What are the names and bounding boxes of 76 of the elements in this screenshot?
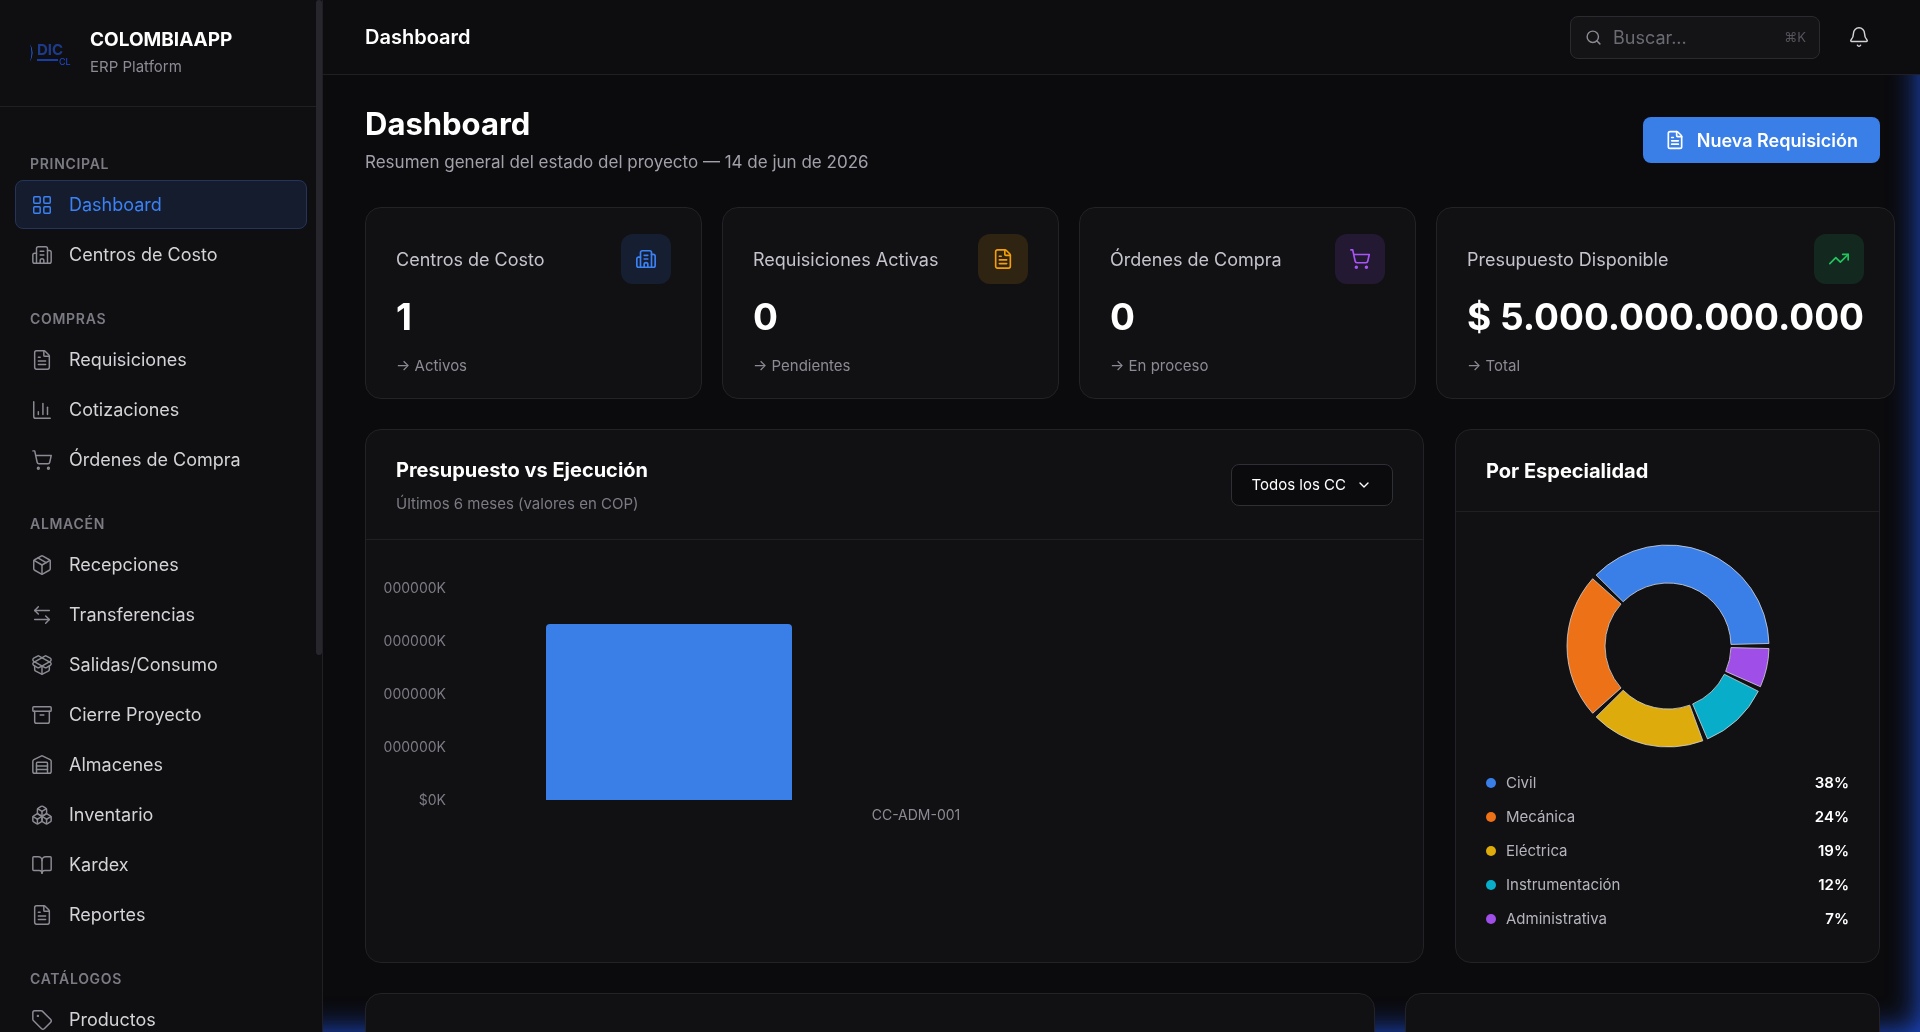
brand-tagline: ERP Platform — [90, 55, 183, 78]
brand-name: COLOMBIAAPP — [90, 27, 233, 52]
stat-value: 0 — [753, 298, 779, 336]
cart-icon — [31, 448, 53, 471]
legend-value: 12% — [1818, 874, 1849, 896]
legend-label: Civil — [1506, 772, 1538, 794]
nav-item[interactable]: Inventario — [15, 790, 307, 839]
stat-label: Presupuesto Disponible — [1467, 247, 1669, 272]
page-subtitle: Resumen general del estado del proyecto — 14 de jun de 2026 — [365, 150, 869, 174]
axis-label: 000000K — [383, 738, 446, 756]
stat-note: → Total — [1467, 355, 1522, 378]
legend-label: Eléctrica — [1506, 840, 1569, 862]
stat-value: 1 — [396, 298, 413, 336]
package-icon — [31, 653, 53, 676]
building-icon — [31, 243, 53, 266]
search-icon — [1585, 28, 1602, 46]
building-icon — [635, 248, 657, 271]
document-icon — [31, 348, 53, 371]
nav-item[interactable]: Cierre Proyecto — [15, 690, 307, 739]
nav-item[interactable]: Salidas/Consumo — [15, 640, 307, 689]
axis-label: CC-ADM-001 — [871, 806, 961, 824]
book-icon — [31, 853, 53, 876]
document-icon — [31, 903, 53, 926]
archive-icon — [31, 703, 53, 726]
nav-item[interactable]: Transferencias — [15, 590, 307, 639]
stat-label: Requisiciones Activas — [753, 247, 939, 272]
legend-label: Administrativa — [1506, 908, 1608, 930]
stat-label: Órdenes de Compra — [1110, 247, 1282, 272]
section-label: ALMACÉN — [29, 514, 106, 534]
new-requisition-button[interactable]: Nueva Requisición — [1642, 117, 1880, 163]
axis-label: $0K — [418, 791, 446, 809]
tag-icon — [31, 1008, 53, 1031]
card-subtitle: Últimos 6 meses (valores en COP) — [396, 492, 640, 515]
nav-item[interactable]: Kardex — [15, 840, 307, 889]
filter-dropdown[interactable]: Todos los CC — [1230, 463, 1393, 506]
card-title: Presupuesto vs Ejecución — [396, 456, 649, 484]
stat-value: 0 — [1110, 298, 1136, 336]
legend-label: Mecánica — [1506, 806, 1577, 828]
section-label: CATÁLOGOS — [29, 969, 124, 989]
section-label: COMPRAS — [29, 309, 108, 329]
document-icon — [992, 248, 1014, 271]
legend-value: 38% — [1814, 772, 1849, 794]
nav-item[interactable]: Almacenes — [15, 740, 307, 789]
nav-item[interactable]: Recepciones — [15, 540, 307, 589]
page-title: Dashboard — [365, 105, 532, 144]
boxes-icon — [31, 803, 53, 826]
axis-label: 000000K — [383, 685, 446, 703]
arrows-icon — [31, 603, 53, 626]
nav-item[interactable]: Órdenes de Compra — [15, 435, 307, 484]
stat-note: → En proceso — [1110, 355, 1210, 378]
legend-value: 19% — [1818, 840, 1849, 862]
axis-label: 000000K — [383, 632, 446, 650]
legend-value: 24% — [1814, 806, 1849, 828]
grid-icon — [31, 193, 53, 216]
stat-value: $ 5.000.000.000.000 — [1467, 298, 1865, 336]
nav-item[interactable]: Centros de Costo — [15, 230, 307, 279]
header-title: Dashboard — [365, 24, 471, 51]
shortcut-hint: ⌘K — [1784, 27, 1806, 47]
warehouse-icon — [31, 753, 53, 776]
nav-item[interactable]: Reportes — [15, 890, 307, 939]
nav-item[interactable]: Requisiciones — [15, 335, 307, 384]
stat-note: → Pendientes — [753, 355, 852, 378]
legend-value: 7% — [1825, 908, 1849, 930]
nav-item[interactable]: Productos — [15, 995, 307, 1032]
bar-chart-icon — [31, 398, 53, 421]
card-title: Por Especialidad — [1486, 457, 1649, 485]
package-icon — [31, 553, 53, 576]
section-label: PRINCIPAL — [29, 154, 111, 174]
stat-label: Centros de Costo — [396, 247, 545, 272]
legend-label: Instrumentación — [1506, 874, 1622, 896]
axis-label: 000000K — [383, 579, 446, 597]
nav-item[interactable]: Cotizaciones — [15, 385, 307, 434]
bell-icon[interactable] — [1848, 26, 1870, 48]
stat-note: → Activos — [396, 355, 469, 378]
nav-item[interactable]: Dashboard — [15, 180, 307, 229]
cart-icon — [1349, 248, 1371, 271]
